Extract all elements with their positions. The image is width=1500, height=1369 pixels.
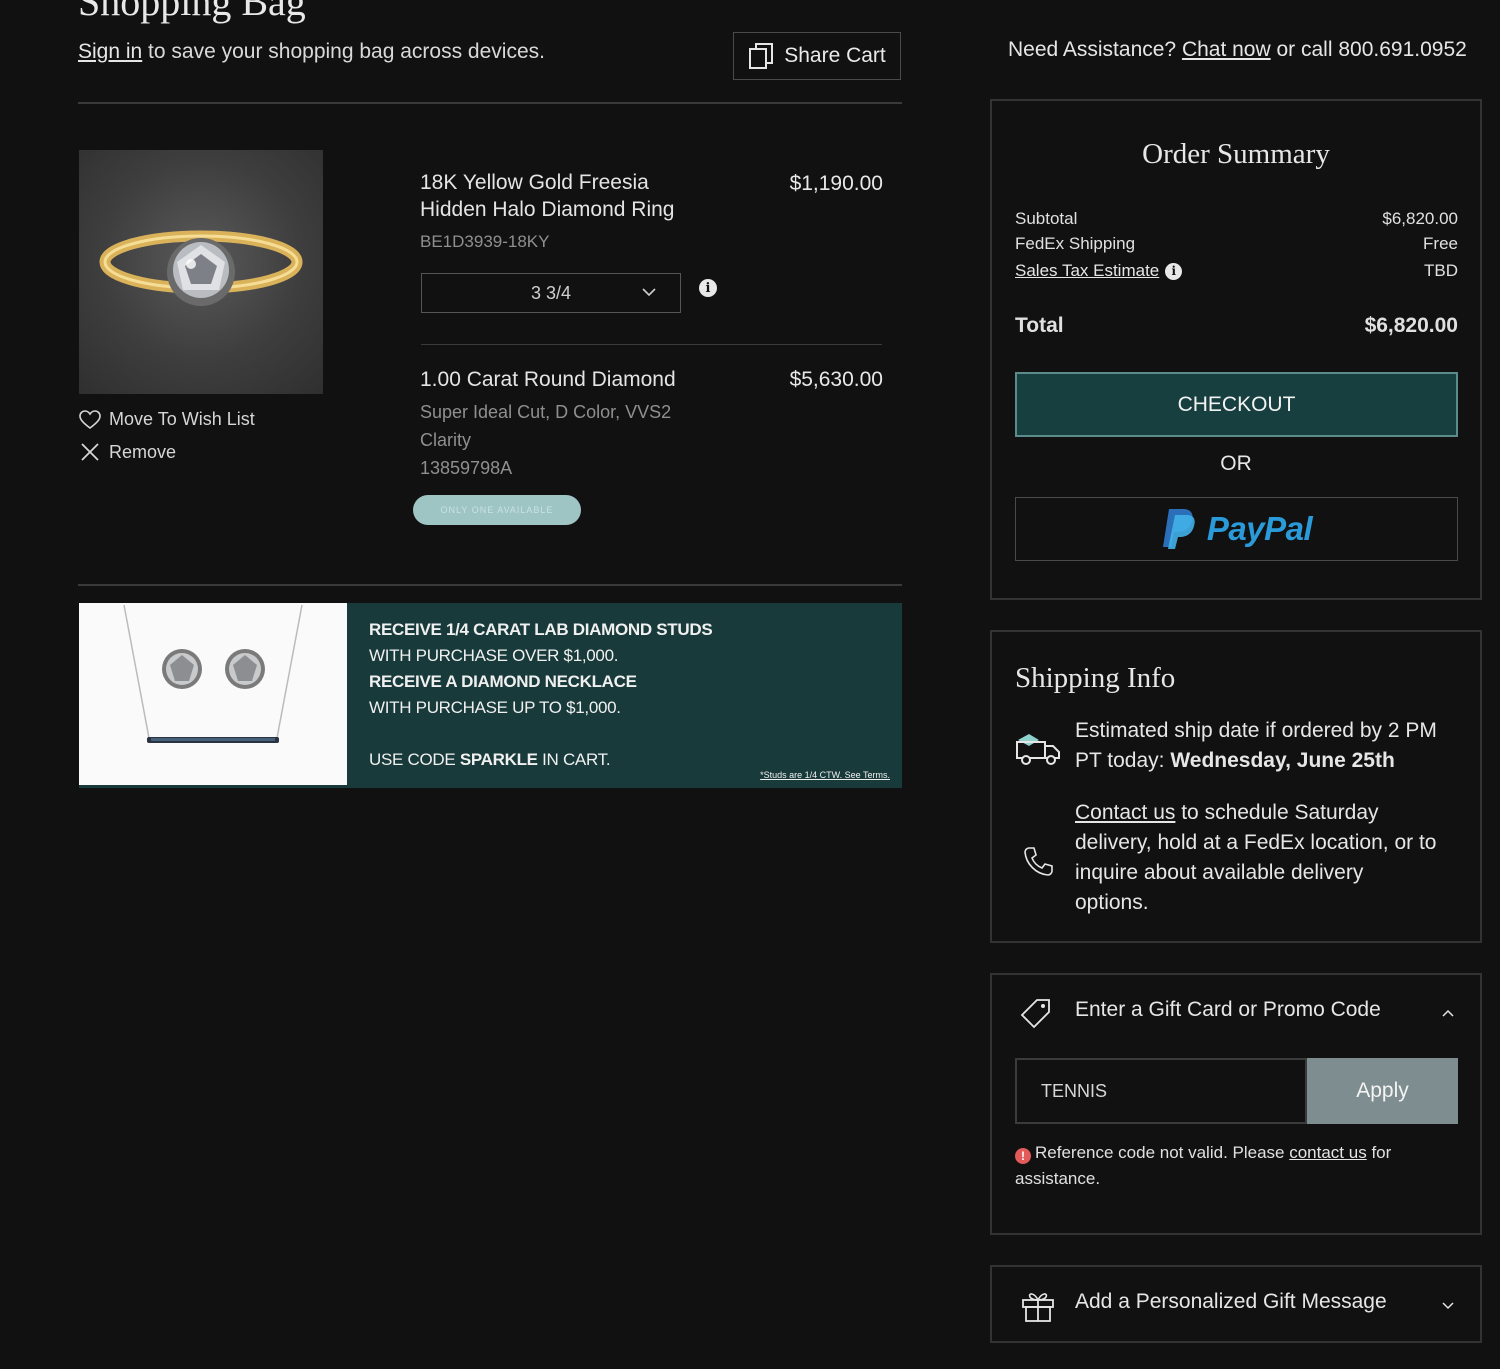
contact-line-1-rest: to schedule Saturday: [1175, 801, 1379, 824]
gift-message-panel[interactable]: Add a Personalized Gift Message: [990, 1265, 1482, 1343]
promo-error-message: ! Reference code not valid. Please contac…: [1015, 1140, 1435, 1192]
page-title: Shopping Bag: [78, 0, 306, 24]
heart-icon: [79, 409, 101, 429]
assistance-line: Need Assistance? Chat now or call 800.69…: [1008, 38, 1467, 62]
diamond-sku: 13859798A: [420, 458, 513, 478]
shipping-value: Free: [1423, 234, 1458, 253]
promo-code-toggle[interactable]: Enter a Gift Card or Promo Code: [992, 975, 1480, 1047]
sales-tax-estimate-link[interactable]: Sales Tax Estimate: [1015, 261, 1159, 281]
error-prefix: Reference code not valid. Please: [1035, 1143, 1290, 1162]
paypal-label: PayPal: [1206, 510, 1313, 547]
remove-label: Remove: [109, 441, 177, 462]
promo-banner[interactable]: RECEIVE 1/4 CARAT LAB DIAMOND STUDS WITH…: [79, 603, 902, 788]
shipping-label: FedEx Shipping: [1015, 234, 1136, 253]
contact-line-1: Contact us to schedule Saturday: [1075, 798, 1436, 828]
contact-line-3: inquire about available delivery: [1075, 861, 1364, 884]
ship-estimate-date: Wednesday, June 25th: [1170, 749, 1395, 772]
ship-estimate: Estimated ship date if ordered by 2 PM P…: [1075, 716, 1437, 776]
availability-badge: ONLY ONE AVAILABLE: [413, 495, 581, 525]
apply-button[interactable]: Apply: [1307, 1058, 1458, 1124]
promo-line-1: RECEIVE 1/4 CARAT LAB DIAMOND STUDS: [369, 620, 713, 639]
product-name-line-1: 18K Yellow Gold Freesia: [420, 171, 649, 194]
order-summary-title: Order Summary: [1142, 138, 1330, 170]
share-cart-label: Share Cart: [784, 44, 886, 67]
ship-estimate-line-1: Estimated ship date if ordered by 2 PM: [1075, 719, 1437, 742]
promo-terms-link[interactable]: *Studs are 1/4 CTW. See Terms.: [760, 770, 890, 780]
checkout-button[interactable]: CHECKOUT: [1015, 372, 1458, 437]
gift-icon: [1022, 1293, 1054, 1322]
chevron-up-icon: [1442, 1009, 1454, 1017]
sales-tax-row: Sales Tax Estimate i: [1015, 261, 1183, 281]
diamond-price: $5,630.00: [789, 368, 883, 391]
info-icon[interactable]: i: [699, 279, 717, 297]
promo-image: [79, 603, 347, 785]
signin-prompt-text: to save your shopping bag across devices…: [142, 40, 545, 63]
subtotal-value: $6,820.00: [1382, 209, 1458, 228]
contact-line-4: options.: [1075, 891, 1149, 914]
truck-icon: [1016, 734, 1060, 765]
promo-code-suffix: IN CART.: [537, 750, 611, 769]
contact-us-link[interactable]: Contact us: [1075, 801, 1175, 824]
promo-line-4: WITH PURCHASE UP TO $1,000.: [369, 698, 621, 717]
sign-in-link[interactable]: Sign in: [78, 40, 142, 63]
paypal-logo-icon: [1162, 509, 1195, 549]
diamond-desc-line-2: Clarity: [420, 430, 472, 450]
promo-code: SPARKLE: [459, 750, 538, 769]
ship-estimate-prefix: PT today:: [1075, 749, 1171, 772]
phone-icon: [1024, 847, 1053, 876]
share-icon: [749, 43, 774, 69]
ring-picture: [99, 230, 303, 306]
promo-code-line: USE CODE SPARKLE IN CART.: [369, 747, 712, 773]
tag-icon: [1020, 999, 1050, 1029]
subtotal-label: Subtotal: [1015, 209, 1078, 228]
product-name[interactable]: 18K Yellow Gold Freesia Hidden Halo Diam…: [420, 169, 674, 223]
move-to-wish-list-button[interactable]: Move To Wish List: [79, 409, 255, 430]
ship-estimate-line-2: PT today: Wednesday, June 25th: [1075, 746, 1437, 776]
assistance-suffix: or call 800.691.0952: [1270, 38, 1467, 61]
ring-size-value: 3 3/4: [530, 282, 572, 303]
error-contact-link[interactable]: contact us: [1289, 1143, 1367, 1162]
move-to-wish-list-label: Move To Wish List: [109, 409, 255, 429]
assistance-prefix: Need Assistance?: [1008, 38, 1182, 61]
share-cart-button[interactable]: Share Cart: [733, 32, 901, 80]
shipping-info-title: Shipping Info: [1015, 662, 1176, 694]
product-price: $1,190.00: [789, 172, 883, 195]
paypal-button[interactable]: PayPal: [1015, 497, 1458, 561]
studs-necklace-picture: [123, 604, 303, 743]
remove-item-button[interactable]: Remove: [79, 441, 176, 463]
promo-code-prefix: USE CODE: [369, 750, 460, 769]
header-divider: [78, 102, 902, 104]
contact-line-2: delivery, hold at a FedEx location, or t…: [1075, 831, 1437, 854]
diamond-desc-line-1: Super Ideal Cut, D Color, VVS2: [420, 402, 672, 422]
promo-line-3: RECEIVE A DIAMOND NECKLACE: [369, 672, 637, 691]
chat-now-link[interactable]: Chat now: [1182, 38, 1271, 61]
chevron-down-icon: [1442, 1302, 1454, 1310]
diamond-description: Super Ideal Cut, D Color, VVS2 Clarity 1…: [420, 398, 671, 482]
or-separator: OR: [1220, 452, 1252, 475]
sales-tax-value: TBD: [1424, 261, 1458, 280]
product-name-line-2: Hidden Halo Diamond Ring: [420, 198, 675, 221]
diamond-name[interactable]: 1.00 Carat Round Diamond: [420, 366, 676, 393]
product-image-ring[interactable]: [79, 150, 323, 394]
signin-prompt: Sign in to save your shopping bag across…: [78, 40, 545, 64]
close-icon: [81, 443, 99, 461]
info-icon[interactable]: i: [1165, 262, 1183, 280]
chevron-down-icon: [642, 288, 656, 297]
promo-code-heading: Enter a Gift Card or Promo Code: [1075, 998, 1381, 1021]
promo-line-2: WITH PURCHASE OVER $1,000.: [369, 646, 619, 665]
gift-message-heading: Add a Personalized Gift Message: [1075, 1290, 1387, 1313]
total-label: Total: [1015, 314, 1064, 337]
cart-bottom-divider: [78, 584, 902, 586]
error-icon: !: [1015, 1148, 1031, 1164]
promo-text: RECEIVE 1/4 CARAT LAB DIAMOND STUDS WITH…: [369, 617, 713, 773]
item-divider: [421, 344, 882, 345]
ring-size-select[interactable]: 3 3/4: [421, 273, 681, 313]
contact-info: Contact us to schedule Saturday delivery…: [1075, 798, 1436, 918]
total-value: $6,820.00: [1364, 314, 1458, 337]
product-sku: BE1D3939-18KY: [420, 232, 550, 251]
promo-code-input[interactable]: [1015, 1058, 1307, 1124]
